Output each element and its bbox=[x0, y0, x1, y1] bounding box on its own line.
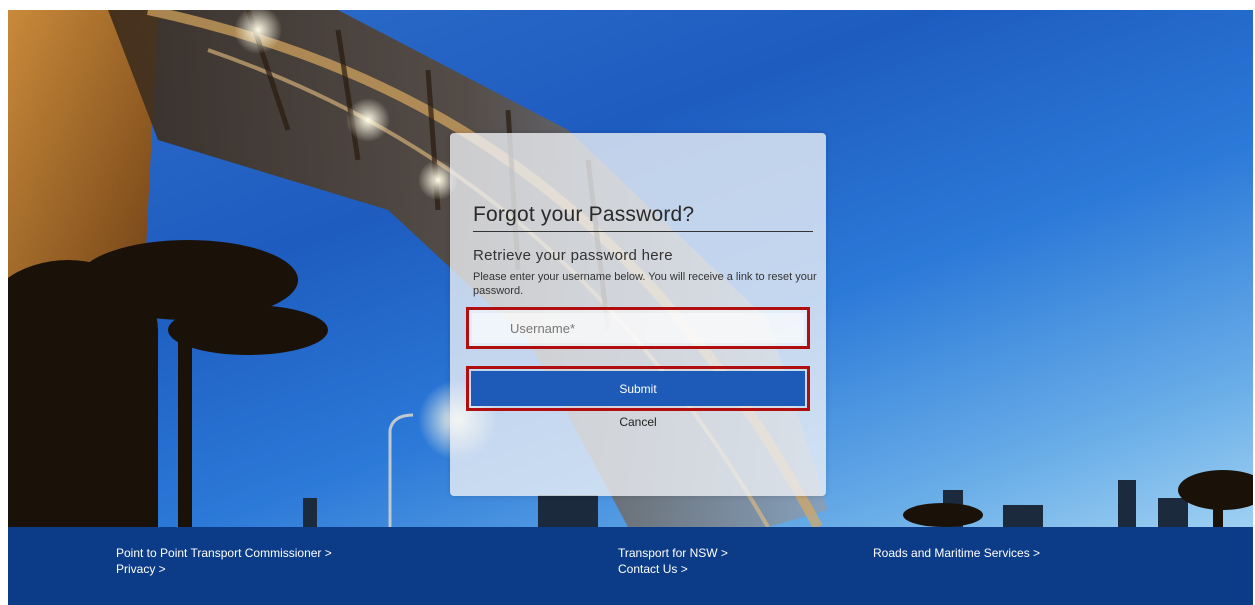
footer-link-privacy[interactable]: Privacy > bbox=[116, 561, 166, 577]
submit-button-highlight: Submit bbox=[466, 366, 810, 411]
footer-link-contact-us[interactable]: Contact Us > bbox=[618, 561, 688, 577]
username-input[interactable] bbox=[472, 313, 804, 343]
forgot-password-card: Forgot your Password? Retrieve your pass… bbox=[450, 133, 826, 496]
site-footer: Point to Point Transport Commissioner > … bbox=[8, 527, 1253, 605]
footer-link-transport-nsw[interactable]: Transport for NSW > bbox=[618, 545, 728, 561]
card-description: Please enter your username below. You wi… bbox=[473, 271, 817, 297]
footer-link-roads-maritime[interactable]: Roads and Maritime Services > bbox=[873, 545, 1040, 561]
footer-link-p2p-commissioner[interactable]: Point to Point Transport Commissioner > bbox=[116, 545, 332, 561]
cancel-link[interactable]: Cancel bbox=[450, 415, 826, 429]
hero-background: Forgot your Password? Retrieve your pass… bbox=[8, 10, 1253, 527]
username-field-highlight bbox=[466, 307, 810, 349]
card-subtitle: Retrieve your password here bbox=[473, 247, 673, 264]
page-title: Forgot your Password? bbox=[473, 203, 813, 232]
submit-button[interactable]: Submit bbox=[471, 371, 805, 406]
